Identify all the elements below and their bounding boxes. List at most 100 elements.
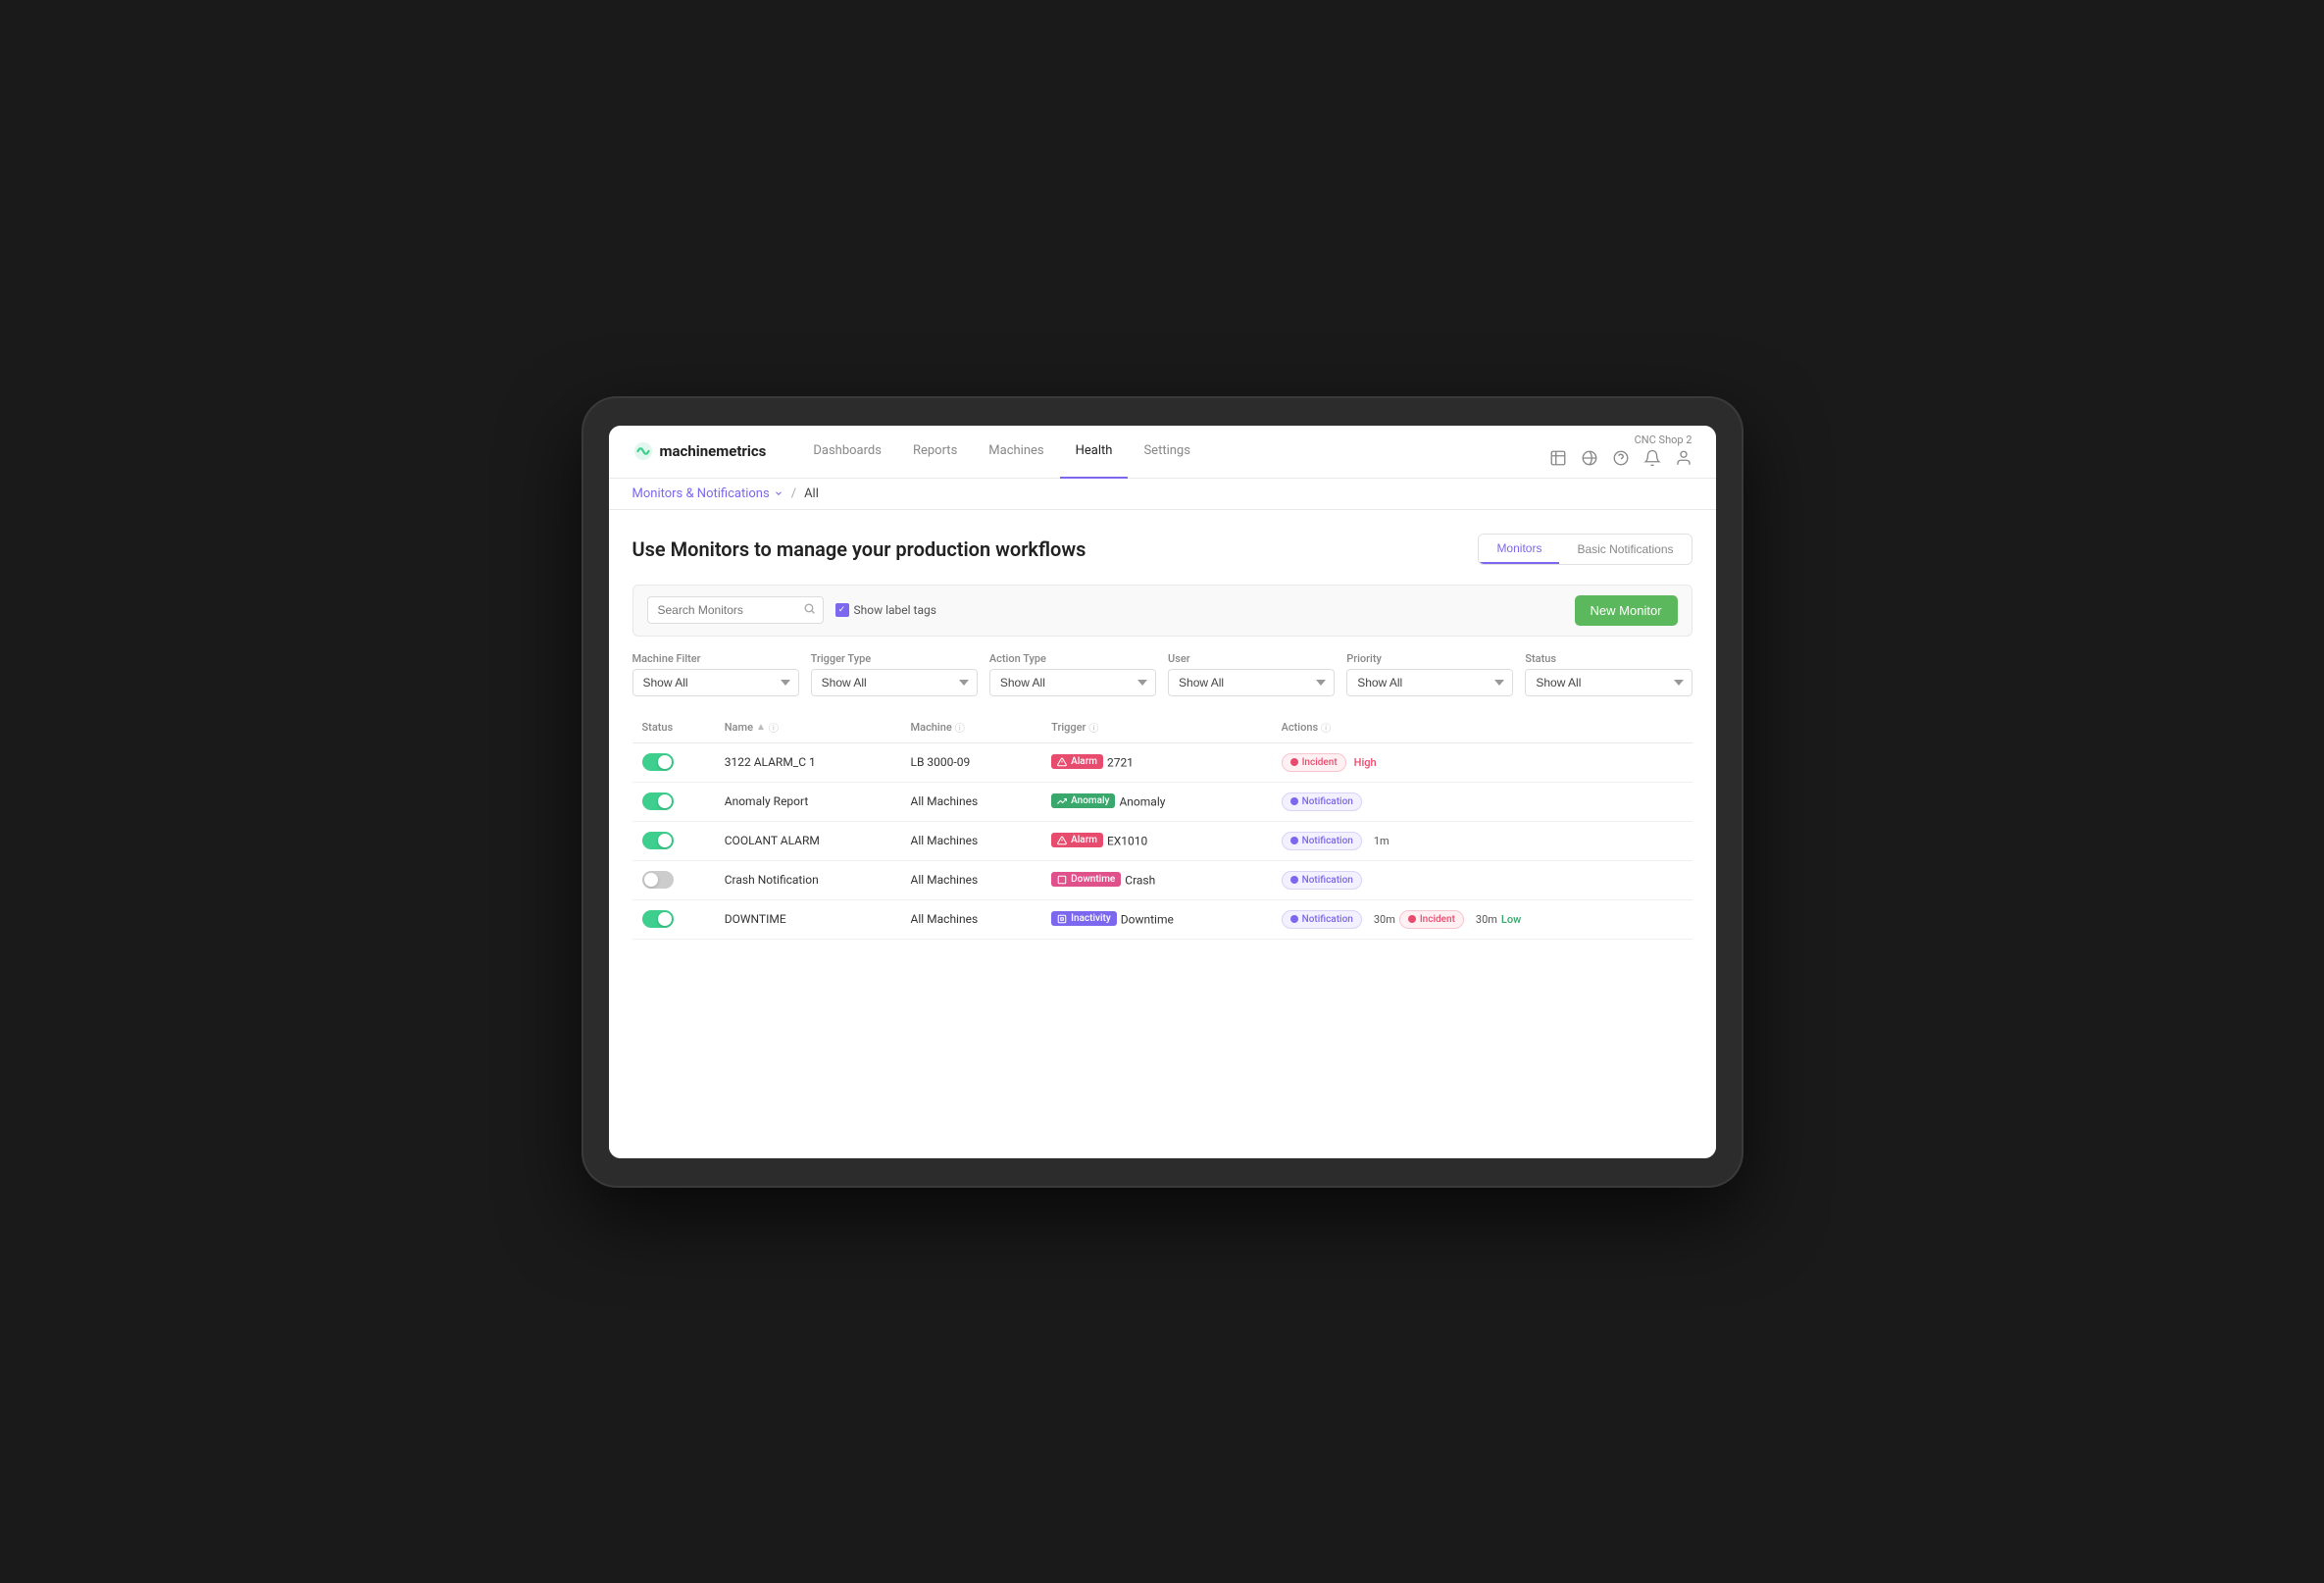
filter-status: Status Show All: [1525, 652, 1692, 696]
nav-reports[interactable]: Reports: [897, 426, 973, 479]
table-row: COOLANT ALARMAll Machines AlarmEX1010 No…: [632, 821, 1692, 860]
monitor-trigger: AlarmEX1010: [1041, 821, 1271, 860]
filter-trigger: Trigger Type Show All: [811, 652, 978, 696]
filter-priority: Priority Show All: [1346, 652, 1513, 696]
monitor-name: 3122 ALARM_C 1: [715, 742, 901, 782]
filter-machine: Machine Filter Show All: [632, 652, 799, 696]
filter-user-select[interactable]: Show All: [1168, 669, 1335, 696]
status-toggle[interactable]: [642, 753, 674, 771]
search-icon: [803, 602, 816, 619]
table-row: Crash NotificationAll Machines DowntimeC…: [632, 860, 1692, 899]
status-cell: [632, 782, 715, 821]
bell-icon[interactable]: [1643, 449, 1661, 467]
monitor-name: COOLANT ALARM: [715, 821, 901, 860]
monitor-name: DOWNTIME: [715, 899, 901, 939]
filter-user-label: User: [1168, 652, 1335, 665]
search-wrap: [647, 596, 824, 624]
action-badge: Notification: [1282, 832, 1362, 850]
action-badge: Notification: [1282, 792, 1362, 811]
monitor-trigger: Alarm2721: [1041, 742, 1271, 782]
monitor-table: Status Name ▲ ⓘ Machine: [632, 712, 1692, 940]
status-toggle[interactable]: [642, 832, 674, 849]
trigger-badge: Downtime: [1051, 872, 1121, 887]
breadcrumb-link[interactable]: Monitors & Notifications: [632, 486, 783, 501]
status-toggle[interactable]: [642, 871, 674, 889]
action-badge: Notification: [1282, 871, 1362, 890]
search-input[interactable]: [647, 596, 824, 624]
help-icon[interactable]: [1612, 449, 1630, 467]
filter-action-label: Action Type: [989, 652, 1156, 665]
status-toggle[interactable]: [642, 910, 674, 928]
filter-action-select[interactable]: Show All: [989, 669, 1156, 696]
action-badge: Notification: [1282, 910, 1362, 929]
status-cell: [632, 860, 715, 899]
table-row: Anomaly ReportAll Machines AnomalyAnomal…: [632, 782, 1692, 821]
monitor-actions: Notification1m: [1272, 821, 1692, 860]
filter-machine-select[interactable]: Show All: [632, 669, 799, 696]
monitor-machine: LB 3000-09: [901, 742, 1042, 782]
logo[interactable]: machinemetrics: [632, 440, 767, 462]
monitor-machine: All Machines: [901, 860, 1042, 899]
page-title: Use Monitors to manage your production w…: [632, 537, 1086, 561]
monitor-machine: All Machines: [901, 899, 1042, 939]
monitor-name: Anomaly Report: [715, 782, 901, 821]
toolbar-left: ✓ Show label tags: [647, 596, 936, 624]
toolbar: ✓ Show label tags New Monitor: [632, 585, 1692, 637]
filter-priority-select[interactable]: Show All: [1346, 669, 1513, 696]
col-machine[interactable]: Machine ⓘ: [901, 712, 1042, 743]
globe-icon[interactable]: [1581, 449, 1598, 467]
logo-text: machinemetrics: [660, 442, 767, 460]
page-header: Use Monitors to manage your production w…: [632, 534, 1692, 565]
monitor-actions: Notification: [1272, 782, 1692, 821]
monitor-machine: All Machines: [901, 821, 1042, 860]
monitor-actions: IncidentHigh: [1272, 742, 1692, 782]
status-cell: [632, 899, 715, 939]
tab-basic-notifications[interactable]: Basic Notifications: [1559, 535, 1691, 564]
trigger-badge: Anomaly: [1051, 793, 1115, 808]
filter-trigger-select[interactable]: Show All: [811, 669, 978, 696]
trigger-info-icon: ⓘ: [1088, 720, 1098, 735]
monitor-machine: All Machines: [901, 782, 1042, 821]
show-label-tags[interactable]: ✓ Show label tags: [835, 603, 936, 617]
nav-settings[interactable]: Settings: [1128, 426, 1205, 479]
trigger-badge: Alarm: [1051, 833, 1103, 847]
filters-row: Machine Filter Show All Trigger Type Sho…: [632, 652, 1692, 696]
monitor-trigger: AnomalyAnomaly: [1041, 782, 1271, 821]
name-info-icon: ⓘ: [769, 720, 779, 735]
status-toggle[interactable]: [642, 792, 674, 810]
name-sort-icon: ▲: [756, 722, 766, 733]
monitor-trigger: InactivityDowntime: [1041, 899, 1271, 939]
main-nav: machinemetrics Dashboards Reports Machin…: [609, 426, 1716, 479]
machine-info-icon: ⓘ: [955, 720, 965, 735]
monitor-name: Crash Notification: [715, 860, 901, 899]
filter-trigger-label: Trigger Type: [811, 652, 978, 665]
col-name[interactable]: Name ▲ ⓘ: [715, 712, 901, 743]
tab-group: Monitors Basic Notifications: [1478, 534, 1692, 565]
nav-dashboards[interactable]: Dashboards: [797, 426, 897, 479]
filter-status-select[interactable]: Show All: [1525, 669, 1692, 696]
trigger-badge: Alarm: [1051, 754, 1103, 769]
table-row: DOWNTIMEAll Machines InactivityDowntime …: [632, 899, 1692, 939]
nav-machines[interactable]: Machines: [973, 426, 1059, 479]
nav-links: Dashboards Reports Machines Health Setti…: [797, 426, 1548, 478]
filter-machine-label: Machine Filter: [632, 652, 799, 665]
monitor-actions: Notification30m Incident30mLow: [1272, 899, 1692, 939]
compare-icon[interactable]: [1549, 449, 1567, 467]
trigger-badge: Inactivity: [1051, 911, 1117, 926]
tab-monitors[interactable]: Monitors: [1479, 535, 1559, 564]
filter-status-label: Status: [1525, 652, 1692, 665]
monitor-actions: Notification: [1272, 860, 1692, 899]
breadcrumb: Monitors & Notifications / All: [609, 479, 1716, 510]
checkbox-icon: ✓: [835, 603, 849, 617]
new-monitor-button[interactable]: New Monitor: [1575, 595, 1678, 626]
user-icon[interactable]: [1675, 449, 1692, 467]
filter-priority-label: Priority: [1346, 652, 1513, 665]
col-actions[interactable]: Actions ⓘ: [1272, 712, 1692, 743]
monitor-trigger: DowntimeCrash: [1041, 860, 1271, 899]
status-cell: [632, 742, 715, 782]
breadcrumb-separator: /: [791, 486, 796, 501]
col-status: Status: [632, 712, 715, 743]
nav-health[interactable]: Health: [1060, 426, 1129, 479]
col-trigger[interactable]: Trigger ⓘ: [1041, 712, 1271, 743]
actions-info-icon: ⓘ: [1321, 720, 1331, 735]
